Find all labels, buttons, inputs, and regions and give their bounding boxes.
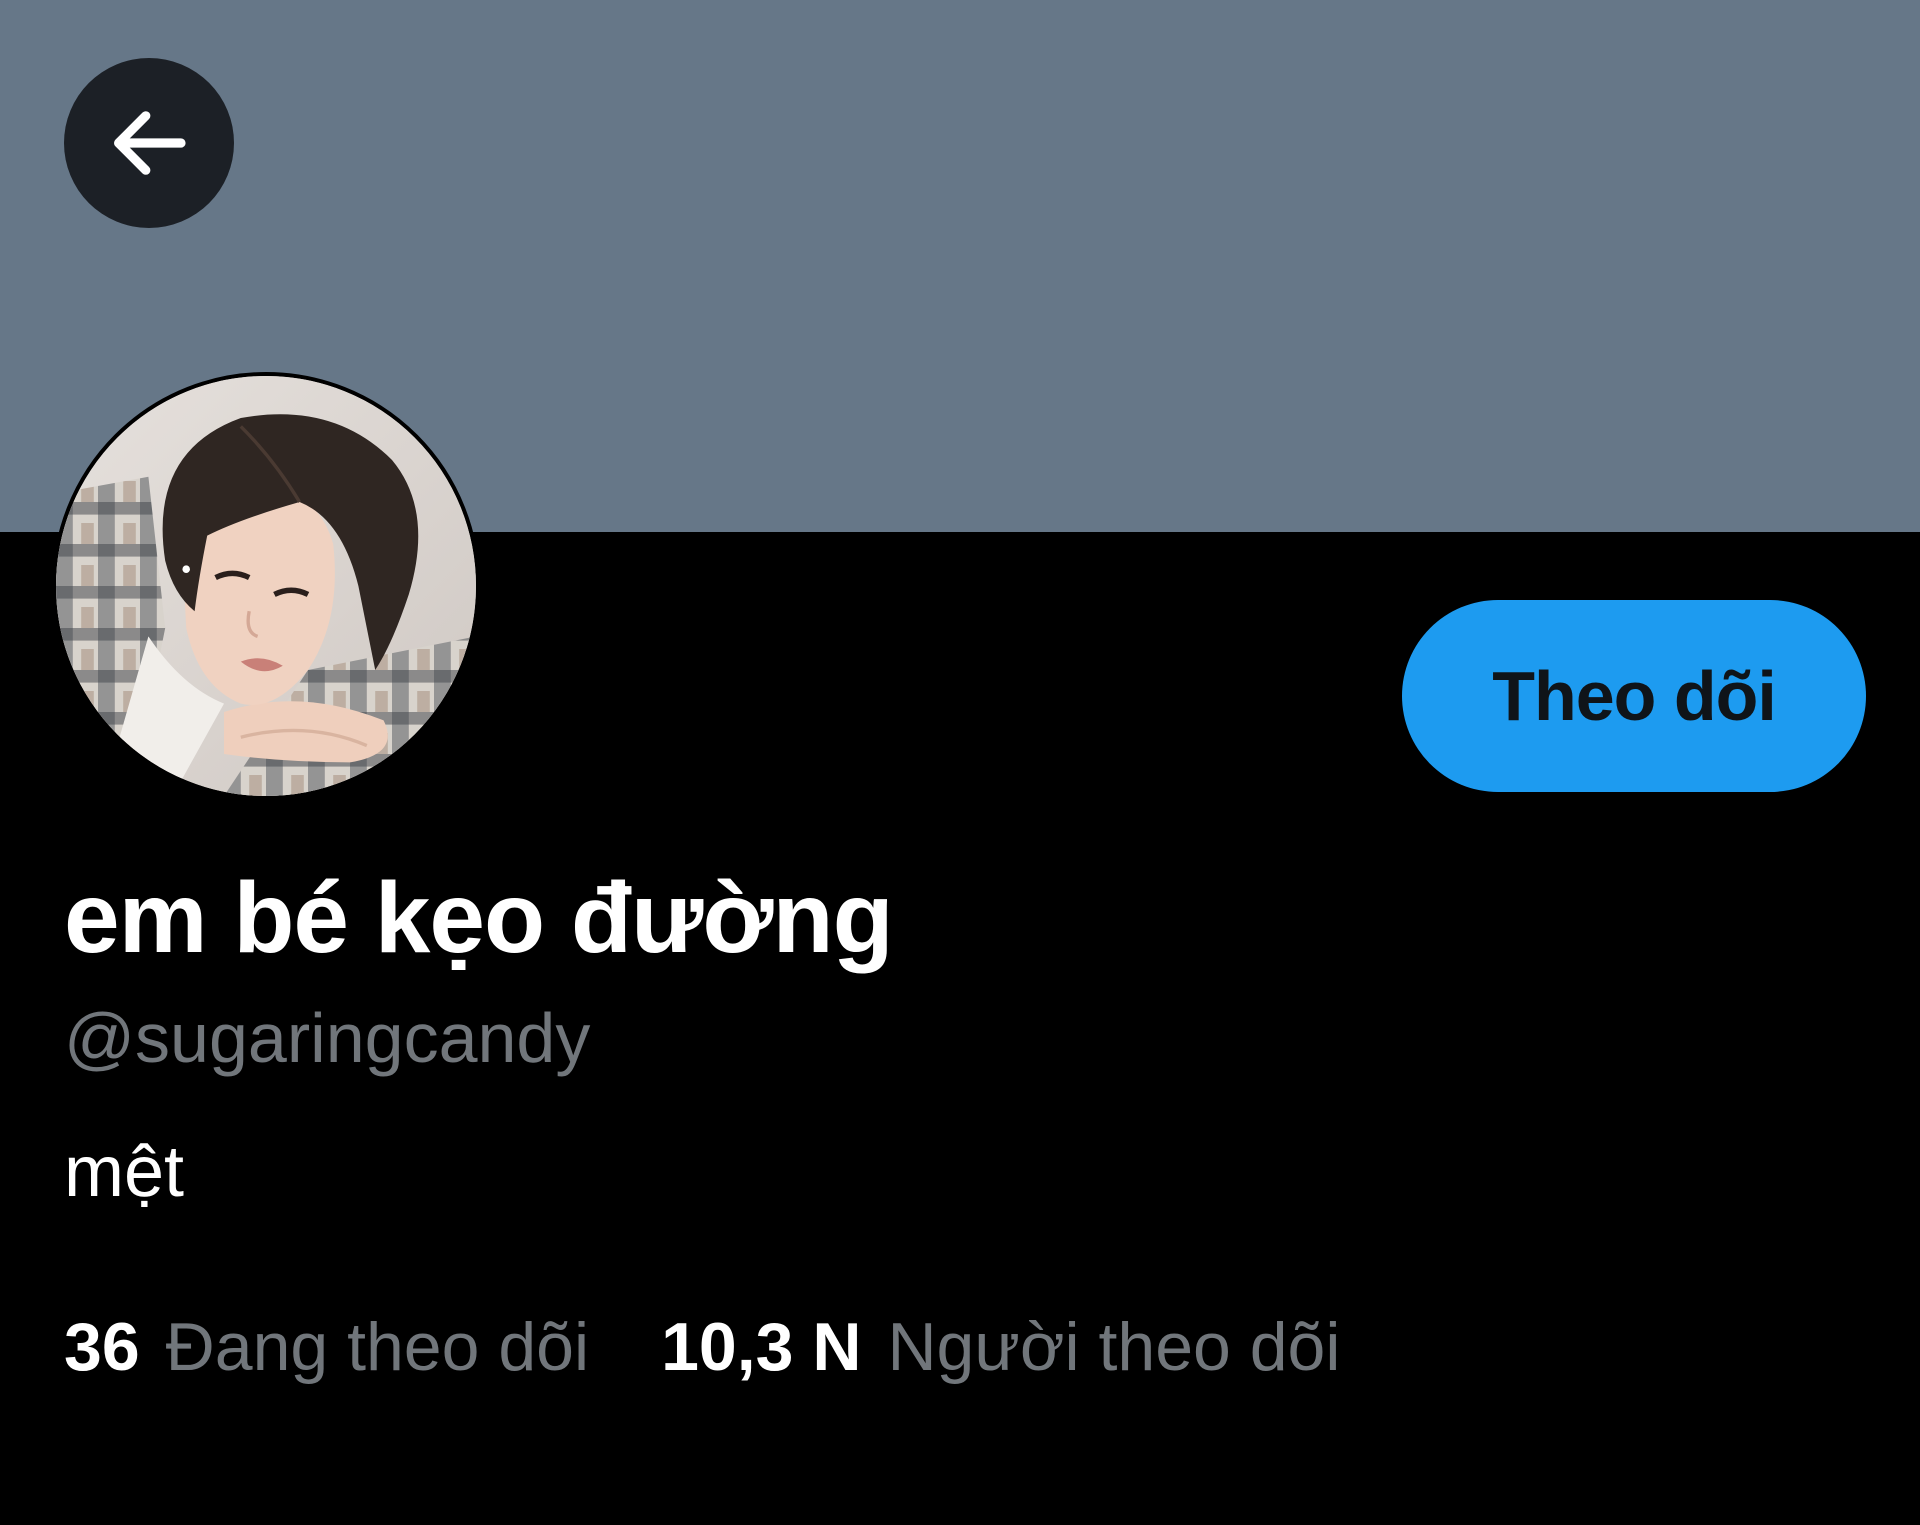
back-button[interactable]: [64, 58, 234, 228]
avatar[interactable]: [52, 372, 480, 800]
follow-button[interactable]: Theo dõi: [1402, 600, 1866, 792]
following-link[interactable]: 36 Đang theo dõi: [64, 1305, 589, 1389]
profile-page: Theo dõi em bé kẹo đường @sugaringcandy …: [0, 0, 1920, 1525]
username: @sugaringcandy: [64, 999, 591, 1077]
follow-button-label: Theo dõi: [1492, 657, 1777, 735]
followers-label: Người theo dõi: [887, 1309, 1341, 1385]
avatar-image: [56, 376, 476, 796]
display-name: em bé kẹo đường: [64, 862, 894, 974]
followers-count: 10,3 N: [661, 1309, 862, 1385]
bio: mệt: [64, 1132, 185, 1212]
followers-link[interactable]: 10,3 N Người theo dõi: [661, 1305, 1340, 1389]
following-count: 36: [64, 1309, 140, 1385]
following-label: Đang theo dõi: [165, 1309, 590, 1385]
profile-stats: 36 Đang theo dõi 10,3 N Người theo dõi: [64, 1305, 1340, 1389]
arrow-left-icon: [114, 111, 186, 175]
